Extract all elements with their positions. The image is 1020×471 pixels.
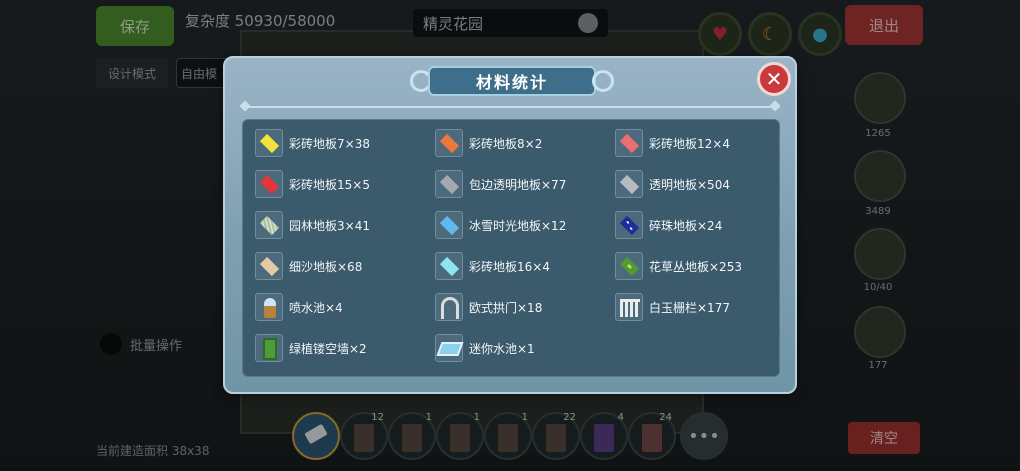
material-item: 冰雪时光地板×12 (435, 209, 566, 241)
material-name: 冰雪时光地板×12 (469, 218, 567, 233)
dialog-title: 材料统计 (475, 73, 548, 92)
material-swatch (439, 215, 460, 236)
material-name: 彩砖地板12×4 (649, 136, 730, 151)
material-swatch (259, 133, 280, 154)
yellow-tile-icon (255, 129, 283, 157)
cyan-tile-icon (435, 252, 463, 280)
material-name: 园林地板3×41 (289, 218, 370, 233)
material-name: 彩砖地板8×2 (469, 136, 543, 151)
material-item: 细沙地板×68 (255, 250, 362, 282)
material-item: 彩砖地板7×38 (255, 127, 370, 159)
material-swatch (259, 215, 280, 236)
material-swatch (619, 256, 640, 277)
material-swatch (259, 256, 280, 277)
material-name: 白玉栅栏×177 (649, 300, 730, 315)
material-name: 迷你水池×1 (469, 341, 535, 356)
garden-tile-icon (255, 211, 283, 239)
materials-list: 彩砖地板7×38 彩砖地板8×2 彩砖地板12×4 彩砖地板15×5 包边透明地板×77… (242, 119, 780, 377)
material-item: 彩砖地板12×4 (615, 127, 730, 159)
material-item: 白玉栅栏×177 (615, 291, 730, 323)
title-plate: 材料统计 (428, 66, 596, 96)
material-name: 包边透明地板×77 (469, 177, 567, 192)
arch-icon (435, 293, 463, 321)
gray-tile-icon (615, 170, 643, 198)
material-stats-dialog: 材料统计 ✕ 彩砖地板7×38 彩砖地板8×2 彩砖地板12×4 彩砖地板15×5 包边… (223, 56, 797, 394)
green-wall-icon (255, 334, 283, 362)
gray-tile-icon (435, 170, 463, 198)
material-item: 彩砖地板15×5 (255, 168, 370, 200)
material-swatch (619, 215, 640, 236)
material-item: 包边透明地板×77 (435, 168, 566, 200)
material-swatch (619, 133, 640, 154)
material-swatch (259, 174, 280, 195)
material-item: 欧式拱门×18 (435, 291, 542, 323)
grass-tile-icon (615, 252, 643, 280)
material-name: 花草丛地板×253 (649, 259, 742, 274)
material-name: 绿植镂空墙×2 (289, 341, 367, 356)
material-name: 碎珠地板×24 (649, 218, 723, 233)
material-item: 园林地板3×41 (255, 209, 370, 241)
material-item: 透明地板×504 (615, 168, 730, 200)
material-swatch (439, 133, 460, 154)
material-item: 绿植镂空墙×2 (255, 332, 367, 364)
material-swatch (436, 342, 464, 356)
material-swatch (619, 174, 640, 195)
material-item: 彩砖地板16×4 (435, 250, 550, 282)
dialog-header: 材料统计 (408, 64, 616, 98)
material-name: 彩砖地板15×5 (289, 177, 370, 192)
material-item: 花草丛地板×253 (615, 250, 742, 282)
material-item: 喷水池×4 (255, 291, 343, 323)
material-swatch (264, 298, 276, 318)
starry-tile-icon (615, 211, 643, 239)
fountain-icon (255, 293, 283, 321)
pink-tile-icon (615, 129, 643, 157)
material-swatch (439, 256, 460, 277)
material-name: 透明地板×504 (649, 177, 730, 192)
divider (243, 106, 777, 108)
pool-icon (435, 334, 464, 362)
material-swatch (620, 299, 640, 317)
ornament-icon (592, 70, 614, 92)
fence-icon (615, 293, 643, 321)
red-tile-icon (255, 170, 283, 198)
material-name: 喷水池×4 (289, 300, 343, 315)
orange-tile-icon (435, 129, 463, 157)
material-item: 碎珠地板×24 (615, 209, 722, 241)
material-swatch (441, 297, 459, 319)
material-swatch (263, 338, 277, 360)
close-icon: ✕ (765, 67, 783, 91)
sand-tile-icon (255, 252, 283, 280)
material-name: 细沙地板×68 (289, 259, 363, 274)
close-button[interactable]: ✕ (757, 62, 791, 96)
material-name: 彩砖地板7×38 (289, 136, 370, 151)
material-item: 迷你水池×1 (435, 332, 535, 364)
material-name: 欧式拱门×18 (469, 300, 543, 315)
material-item: 彩砖地板8×2 (435, 127, 542, 159)
material-name: 彩砖地板16×4 (469, 259, 550, 274)
ice-tile-icon (435, 211, 463, 239)
material-swatch (439, 174, 460, 195)
